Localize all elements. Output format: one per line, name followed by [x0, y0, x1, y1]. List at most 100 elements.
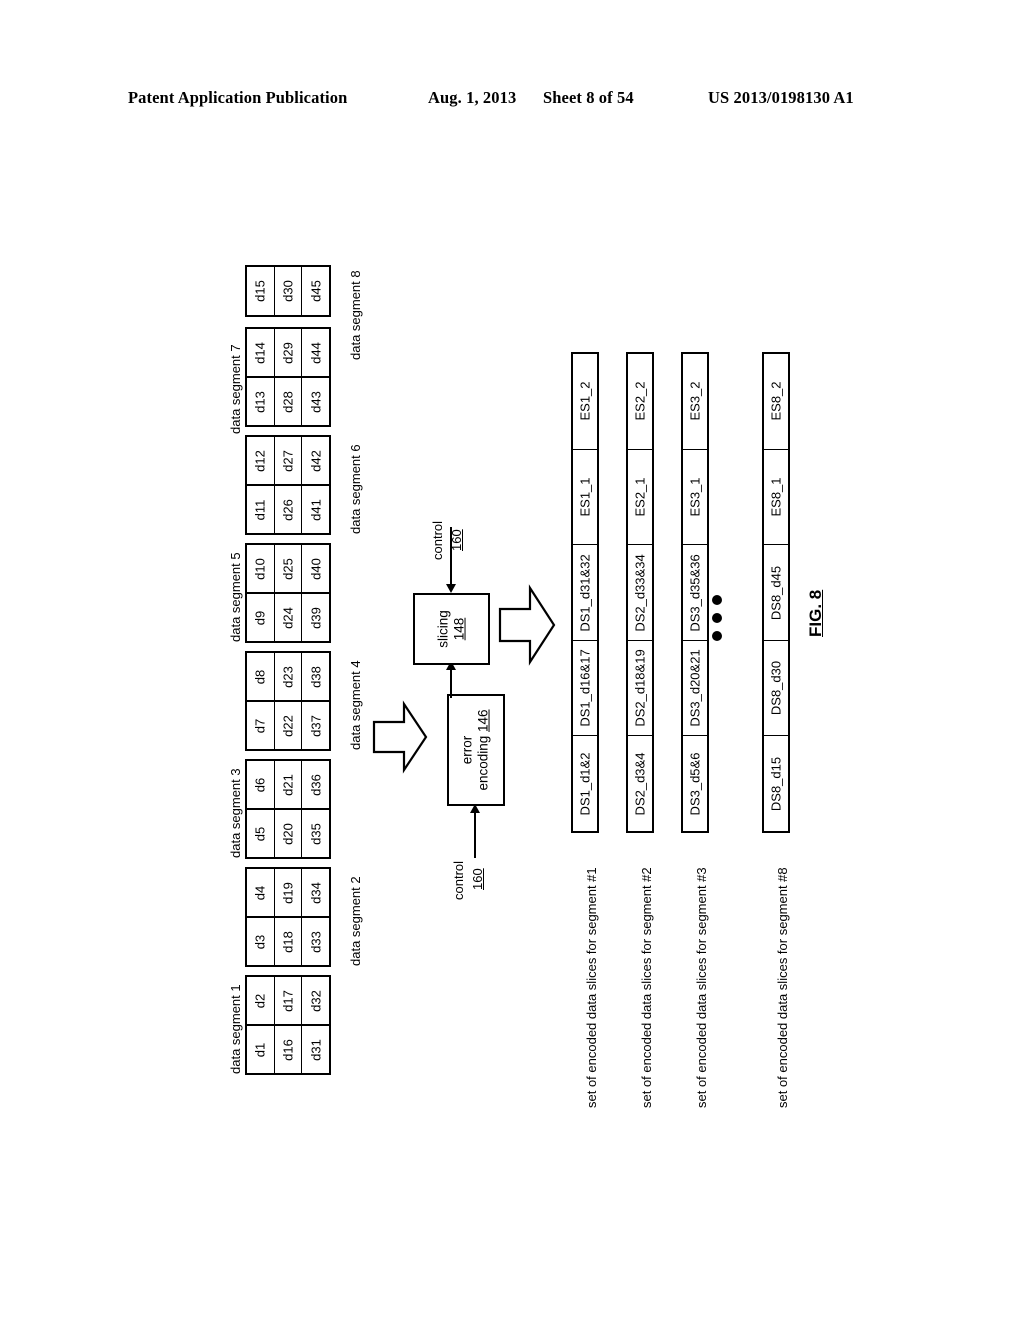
data-cell: d36	[302, 761, 329, 808]
figure-caption: FIG. 8	[806, 589, 825, 637]
slice-row-segment-3: DS3_d5&6 DS3_d20&21 DS3_d35&36 ES3_1 ES3…	[681, 352, 709, 833]
data-cell-label: d24	[280, 606, 296, 629]
data-cell: d27	[275, 437, 303, 484]
error-encoding-ref: 146	[476, 709, 491, 732]
slice-cell: ES3_1	[683, 448, 707, 545]
data-cell: d25	[275, 545, 303, 592]
data-cell-label: d4	[252, 885, 268, 900]
slice-row-segment-2: DS2_d3&4 DS2_d18&19 DS2_d33&34 ES2_1 ES2…	[626, 352, 654, 833]
data-cell-label: d8	[252, 669, 268, 684]
ellipsis-dot	[712, 631, 722, 641]
data-segment-label-2: data segment 2	[348, 876, 363, 966]
data-cell-label: d22	[280, 714, 296, 737]
segment-column: d6 d21 d36	[247, 761, 329, 810]
control-encoding-label: control	[451, 860, 466, 900]
data-cell-label: d17	[280, 989, 296, 1012]
control-slicing-label: control	[430, 521, 445, 560]
data-cell-label: d3	[252, 934, 268, 949]
data-cell: d37	[302, 702, 329, 749]
control-encoding-arrow-line	[474, 812, 476, 858]
segment-column: d14 d29 d44	[247, 329, 329, 378]
data-cell-label: d29	[280, 341, 296, 364]
data-cell: d24	[275, 594, 303, 641]
data-cell: d29	[275, 329, 303, 376]
error-encoding-name2: encoding	[476, 735, 491, 791]
slicing-box: slicing 148	[413, 593, 490, 665]
data-cell: d6	[247, 761, 275, 808]
slice-set-label-3: set of encoded data slices for segment #…	[694, 867, 709, 1108]
ellipsis-dot	[712, 595, 722, 605]
data-cell: d14	[247, 329, 275, 376]
slice-cell: ES8_1	[764, 448, 788, 545]
slice-cell-label: ES2_1	[632, 477, 648, 517]
data-segment-label-7: data segment 7	[228, 344, 243, 434]
data-cell: d20	[275, 810, 303, 857]
slice-set-label-8: set of encoded data slices for segment #…	[775, 867, 790, 1108]
data-segment-label-5: data segment 5	[228, 552, 243, 642]
data-cell: d9	[247, 594, 275, 641]
slice-cell-label: DS1_d1&2	[577, 752, 593, 816]
data-cell: d21	[275, 761, 303, 808]
data-cell: d42	[302, 437, 329, 484]
figure-8-diagram: d1 d16 d31 d2 d17 d32 data segment 1 d3 …	[0, 0, 1024, 1320]
slice-cell: ES3_2	[683, 354, 707, 449]
data-cell-label: d27	[280, 449, 296, 472]
data-cell: d44	[302, 329, 329, 376]
slice-set-label-1: set of encoded data slices for segment #…	[584, 867, 599, 1108]
data-cell-label: d14	[252, 341, 268, 364]
data-cell: d31	[302, 1026, 329, 1073]
data-cell: d35	[302, 810, 329, 857]
slice-cell: ES1_1	[573, 448, 597, 545]
segment-column: d8 d23 d38	[247, 653, 329, 702]
data-cell: d28	[275, 378, 303, 425]
slice-cell-label: DS2_d18&19	[632, 649, 648, 727]
data-cell: d1	[247, 1026, 275, 1073]
data-segment-label-1: data segment 1	[228, 984, 243, 1074]
data-cell-label: d10	[252, 557, 268, 580]
slice-cell-label: ES1_2	[577, 381, 593, 421]
error-encoding-label: error encoding 146	[460, 709, 493, 790]
slicing-ref: 148	[451, 617, 467, 641]
data-cell-label: d43	[308, 390, 324, 413]
data-cell-label: d41	[308, 498, 324, 521]
control-encoding-ref: 160	[470, 868, 485, 890]
data-cell-label: d35	[308, 822, 324, 845]
slice-cell: DS8_d45	[764, 544, 788, 640]
segment-column: d9 d24 d39	[247, 594, 329, 641]
slice-cell-label: ES8_2	[768, 381, 784, 421]
data-cell: d38	[302, 653, 329, 700]
data-cell-label: d21	[280, 773, 296, 796]
data-cell: d16	[275, 1026, 303, 1073]
slice-cell-label: DS3_d5&6	[687, 752, 703, 816]
data-cell: d8	[247, 653, 275, 700]
data-cell: d5	[247, 810, 275, 857]
slice-row-segment-1: DS1_d1&2 DS1_d16&17 DS1_d31&32 ES1_1 ES1…	[571, 352, 599, 833]
slice-cell-label: ES8_1	[768, 477, 784, 517]
data-segment-block-3: d5 d20 d35 d6 d21 d36	[245, 759, 331, 859]
data-cell-label: d2	[252, 993, 268, 1008]
data-segment-block-6: d11 d26 d41 d12 d27 d42	[245, 435, 331, 535]
data-cell-label: d37	[308, 714, 324, 737]
slice-cell-label: ES1_1	[577, 477, 593, 517]
slice-cell-label: DS3_d35&36	[687, 553, 703, 632]
data-cell-label: d39	[308, 606, 324, 629]
data-cell: d41	[302, 486, 329, 533]
slice-row-segment-8: DS8_d15 DS8_d30 DS8_d45 ES8_1 ES8_2	[762, 352, 790, 833]
data-cell: d4	[247, 869, 275, 916]
segment-column: d11 d26 d41	[247, 486, 329, 533]
slice-cell: DS3_d20&21	[683, 639, 707, 736]
control-encoding-name: control	[451, 860, 466, 900]
slice-cell-label: DS1_d16&17	[577, 649, 593, 727]
segment-column: d13 d28 d43	[247, 378, 329, 425]
data-cell: d26	[275, 486, 303, 533]
slice-cell: DS3_d35&36	[683, 544, 707, 640]
data-segment-block-2: d3 d18 d33 d4 d19 d34	[245, 867, 331, 967]
segment-column: d5 d20 d35	[247, 810, 329, 857]
data-cell-label: d12	[252, 449, 268, 472]
data-cell: d18	[275, 918, 303, 965]
slice-cell: DS1_d16&17	[573, 639, 597, 736]
slice-cell-label: DS1_d31&32	[577, 553, 593, 632]
control-encoding-arrow-head	[470, 804, 480, 813]
error-encoding-name: error	[459, 735, 475, 765]
data-segment-block-5: d9 d24 d39 d10 d25 d40	[245, 543, 331, 643]
